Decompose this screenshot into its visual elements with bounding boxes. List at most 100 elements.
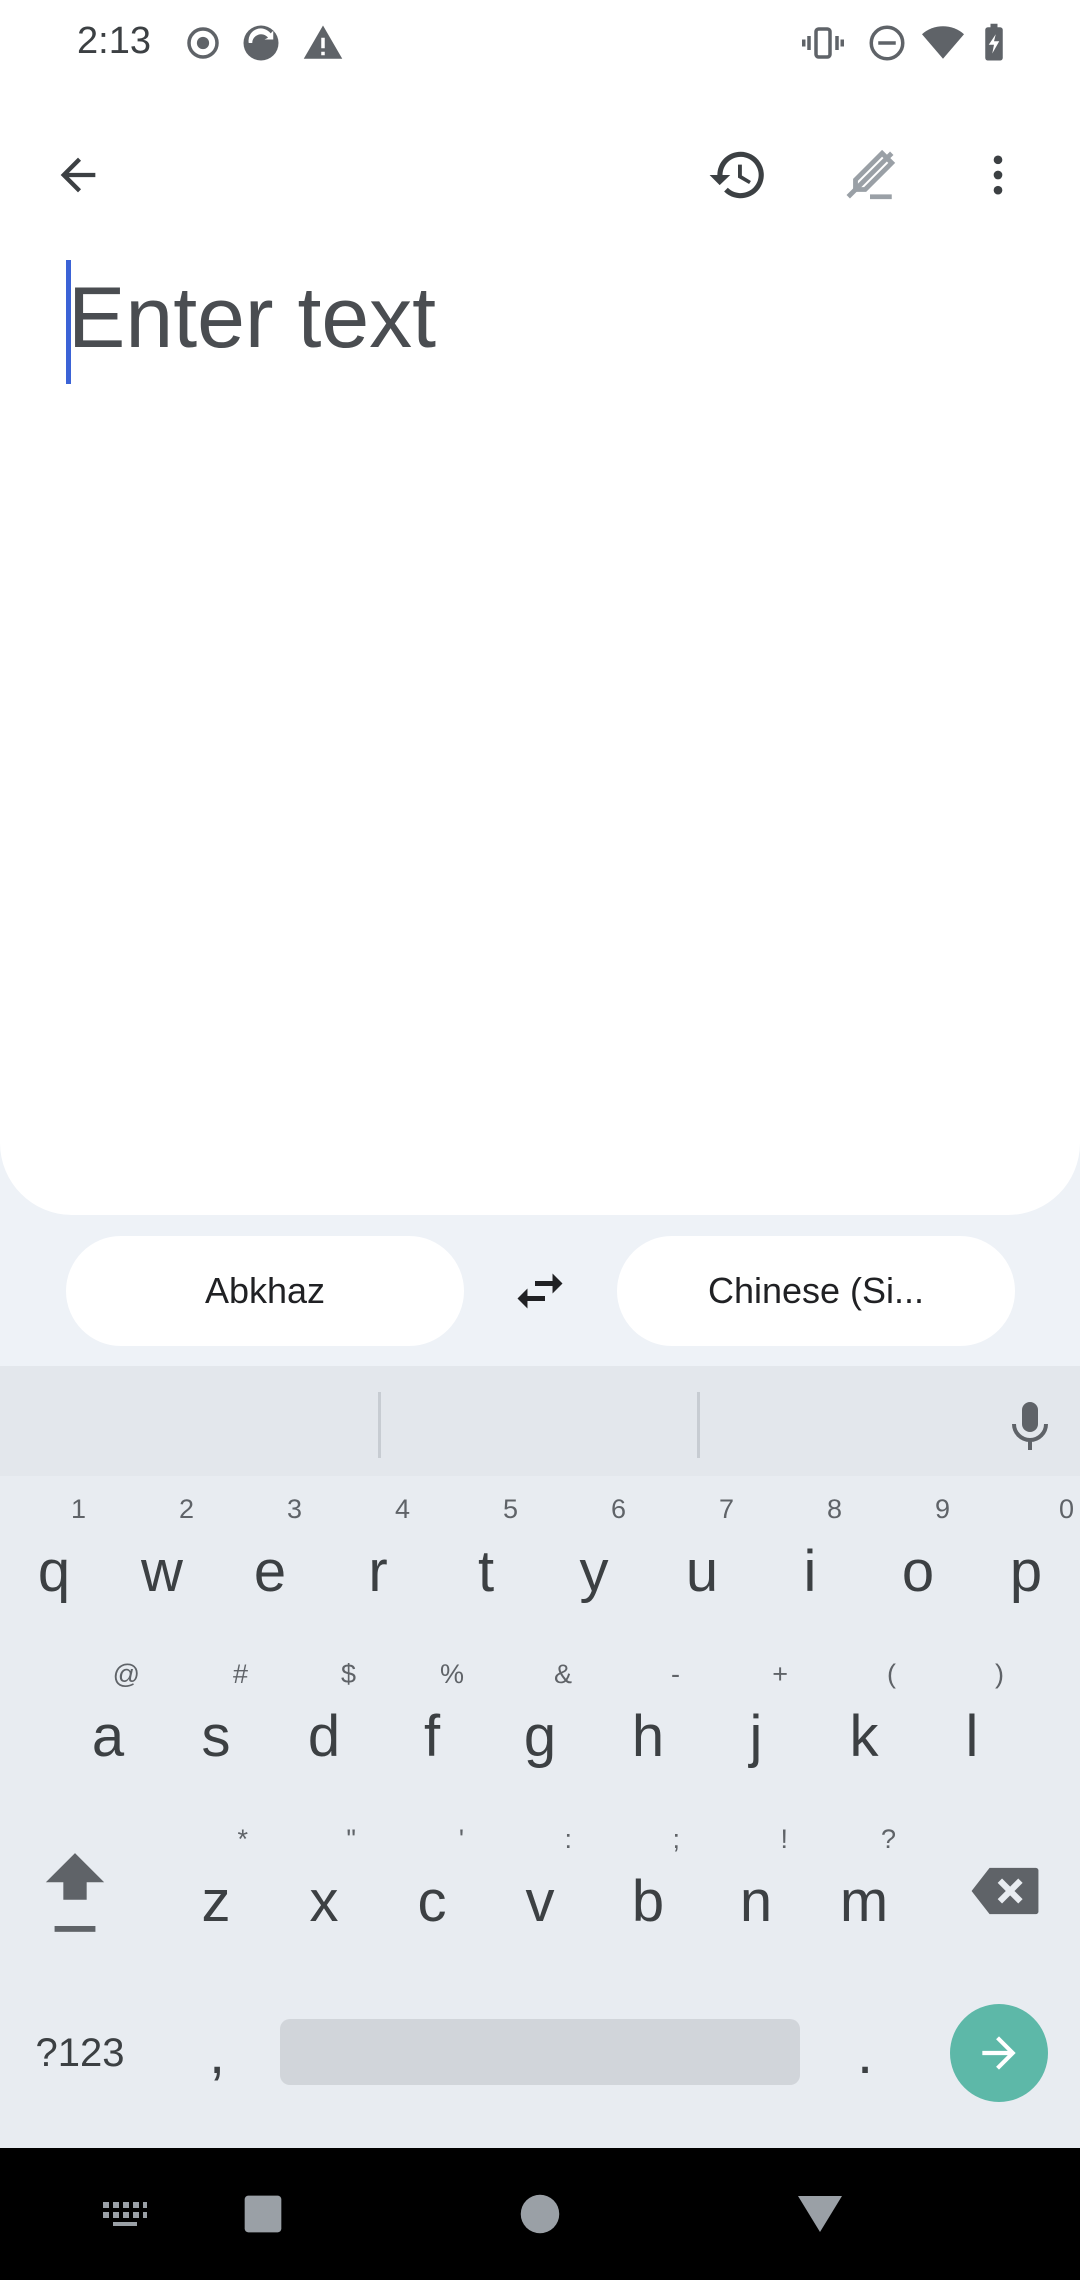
history-button[interactable] <box>690 127 786 223</box>
key-q[interactable]: 1q <box>0 1486 108 1636</box>
key-hint: $ <box>340 1659 356 1689</box>
keyboard-icon <box>103 2202 147 2226</box>
key-d[interactable]: $ d <box>270 1651 378 1801</box>
keyboard: 1q 2w 3e 4r 5t 6y 7u 8i 9o 0p @ a # s $ d %… <box>0 1366 1080 2148</box>
key-hint: * <box>237 1824 248 1854</box>
key-e[interactable]: 3e <box>216 1486 324 1636</box>
key-a[interactable]: @ a <box>54 1651 162 1801</box>
suggestion-divider <box>697 1392 700 1458</box>
key-y[interactable]: 6y <box>540 1486 648 1636</box>
keyboard-switch-button[interactable] <box>80 2178 170 2250</box>
key-label: d <box>307 1703 341 1769</box>
key-label: o <box>901 1538 935 1604</box>
vibrate-icon <box>802 27 844 59</box>
key-label: q <box>37 1538 71 1604</box>
enter-key[interactable] <box>950 2004 1048 2102</box>
key-hint: + <box>772 1659 788 1689</box>
key-label: m <box>839 1868 889 1934</box>
key-hint: & <box>553 1659 572 1689</box>
key-label: h <box>631 1703 665 1769</box>
key-hint: # <box>232 1659 248 1689</box>
backspace-key[interactable] <box>950 1816 1060 1966</box>
source-text-input[interactable] <box>68 258 1008 378</box>
shift-icon <box>45 1853 105 1932</box>
key-hint: @ <box>112 1659 140 1689</box>
key-hint: - <box>671 1659 680 1689</box>
key-comma[interactable]: , <box>162 1978 272 2128</box>
key-label: u <box>685 1538 719 1604</box>
more-options-button[interactable] <box>950 127 1046 223</box>
key-g[interactable]: & g <box>486 1651 594 1801</box>
swap-horiz-icon <box>517 1273 563 1309</box>
key-label: j <box>749 1703 763 1769</box>
circle-icon <box>520 2194 560 2234</box>
key-label: i <box>803 1538 817 1604</box>
key-c[interactable]: ' c <box>378 1816 486 1966</box>
key-l[interactable]: ) l <box>918 1651 1026 1801</box>
key-s[interactable]: # s <box>162 1651 270 1801</box>
key-w[interactable]: 2w <box>108 1486 216 1636</box>
source-language-button[interactable]: Abkhaz <box>66 1236 464 1346</box>
key-t[interactable]: 5t <box>432 1486 540 1636</box>
dnd-icon <box>869 25 905 61</box>
text-caret <box>66 260 71 384</box>
key-u[interactable]: 7u <box>648 1486 756 1636</box>
key-p[interactable]: 0p <box>972 1486 1080 1636</box>
voice-input-button[interactable] <box>990 1386 1070 1466</box>
key-label: v <box>525 1868 555 1934</box>
home-button[interactable] <box>495 2178 585 2250</box>
key-k[interactable]: (k <box>810 1651 918 1801</box>
target-language-button[interactable]: Chinese (Si... <box>617 1236 1015 1346</box>
key-v[interactable]: :v <box>486 1816 594 1966</box>
key-hint: 0 <box>1058 1494 1074 1524</box>
key-label: , <box>208 2020 226 2086</box>
key-label: ?123 <box>35 2030 125 2075</box>
record-icon <box>187 27 219 59</box>
key-i[interactable]: 8i <box>756 1486 864 1636</box>
key-o[interactable]: 9o <box>864 1486 972 1636</box>
swap-languages-button[interactable] <box>500 1246 580 1336</box>
key-label: l <box>965 1703 979 1769</box>
shift-key[interactable] <box>20 1816 130 1966</box>
back-button[interactable] <box>30 127 126 223</box>
key-hint: 7 <box>718 1494 734 1524</box>
back-nav-button[interactable] <box>775 2178 865 2250</box>
key-m[interactable]: ? m <box>810 1816 918 1966</box>
key-h[interactable]: -h <box>594 1651 702 1801</box>
key-label: x <box>309 1868 339 1934</box>
key-f[interactable]: % f <box>378 1651 486 1801</box>
key-n[interactable]: ! n <box>702 1816 810 1966</box>
key-hint: ; <box>672 1824 680 1854</box>
screen: 2:13 Enter text Abkhaz Chinese (Si... 1 … <box>0 0 1080 2280</box>
arrow-forward-icon <box>982 2036 1016 2070</box>
key-hint: 1 <box>70 1494 86 1524</box>
recents-button[interactable] <box>218 2178 308 2250</box>
key-j[interactable]: + j <box>702 1651 810 1801</box>
key-r[interactable]: 4r <box>324 1486 432 1636</box>
suggestion-strip <box>0 1366 1080 1476</box>
source-language-label: Abkhaz <box>204 1270 326 1311</box>
handwriting-off-icon <box>846 149 896 200</box>
backspace-icon <box>971 1867 1039 1915</box>
key-hint: ? <box>880 1824 896 1854</box>
symbols-key[interactable]: ?123 <box>20 1978 140 2128</box>
key-hint: 4 <box>394 1494 410 1524</box>
key-b[interactable]: ; b <box>594 1816 702 1966</box>
key-hint: 6 <box>610 1494 626 1524</box>
space-key[interactable] <box>280 2019 800 2085</box>
triangle-down-icon <box>798 2196 842 2232</box>
key-label: g <box>523 1703 557 1769</box>
handwriting-button[interactable] <box>822 127 918 223</box>
key-label: f <box>423 1703 441 1769</box>
key-label: z <box>201 1868 231 1934</box>
target-language-label: Chinese (Si... <box>707 1270 925 1311</box>
wifi-icon <box>922 26 964 59</box>
key-hint: : <box>564 1824 572 1854</box>
key-period[interactable]: . <box>810 1978 920 2128</box>
key-label: e <box>253 1538 287 1604</box>
key-label: w <box>141 1538 183 1604</box>
key-x[interactable]: " x <box>270 1816 378 1966</box>
key-z[interactable]: * z <box>162 1816 270 1966</box>
more-vert-icon <box>993 155 1003 195</box>
key-hint: % <box>439 1659 464 1689</box>
